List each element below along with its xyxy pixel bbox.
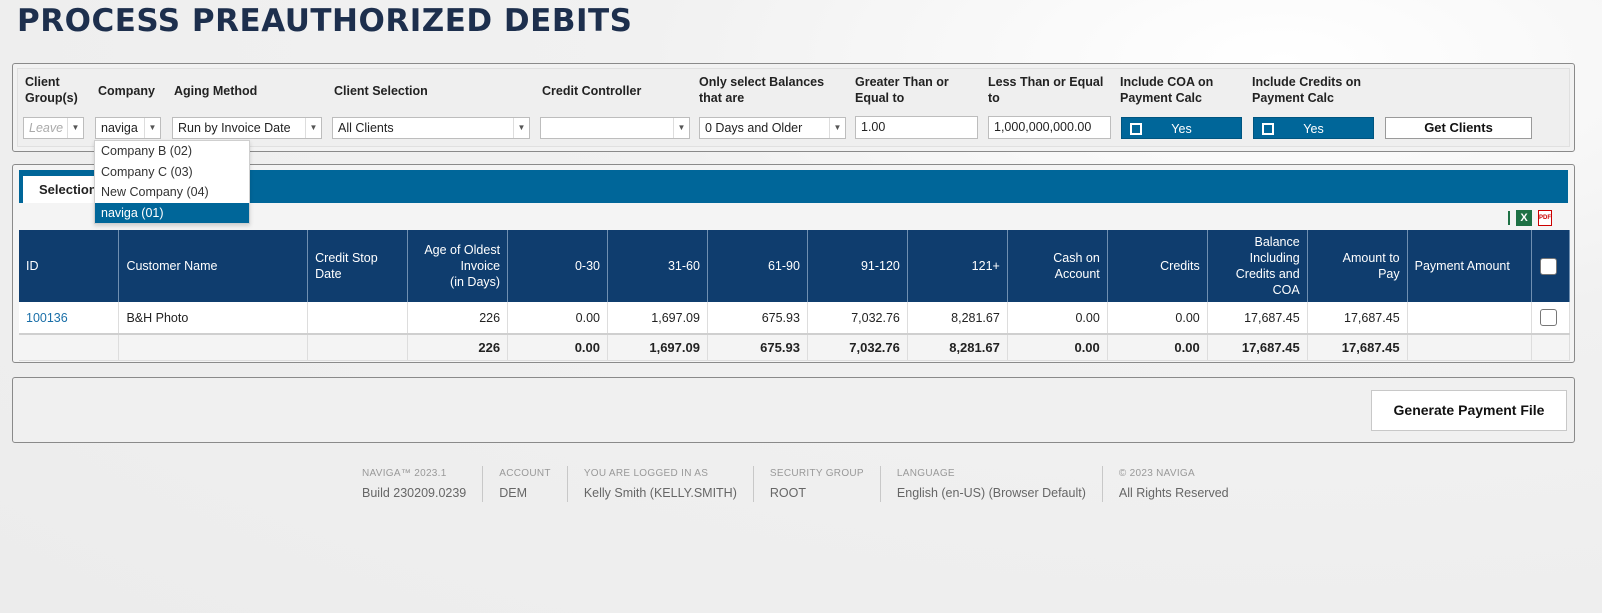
- company-select[interactable]: naviga ▼: [95, 117, 161, 139]
- cell-61-90: 675.93: [707, 302, 808, 335]
- col-credit-stop-date[interactable]: Credit Stop Date: [307, 230, 409, 302]
- col-31-60[interactable]: 31-60: [607, 230, 708, 302]
- total-31-60: 1,697.09: [607, 334, 708, 361]
- total-0-30: 0.00: [507, 334, 609, 361]
- company-option-selected[interactable]: naviga (01): [95, 202, 249, 223]
- col-0-30[interactable]: 0-30: [507, 230, 609, 302]
- separator-icon: [1508, 211, 1510, 225]
- credit-controller-label: Credit Controller: [542, 84, 642, 98]
- cell-0-30: 0.00: [507, 302, 609, 335]
- row-select-checkbox[interactable]: [1531, 302, 1570, 335]
- col-cash-on-account[interactable]: Cash on Account: [1007, 230, 1108, 302]
- col-amount-to-pay[interactable]: Amount to Pay: [1307, 230, 1408, 302]
- company-option[interactable]: Company C (03): [95, 162, 249, 183]
- col-id[interactable]: ID: [19, 230, 120, 302]
- col-payment-amount[interactable]: Payment Amount: [1407, 230, 1533, 302]
- include-coa-label: Include COA on Payment Calc: [1120, 75, 1214, 105]
- excel-icon[interactable]: X: [1516, 210, 1532, 226]
- less-than-label: Less Than or Equal to: [988, 75, 1104, 105]
- footer-user: YOU ARE LOGGED IN AS Kelly Smith (KELLY.…: [566, 466, 753, 502]
- greater-than-label: Greater Than or Equal to: [855, 75, 949, 105]
- cell-121-plus: 8,281.67: [907, 302, 1008, 335]
- credit-controller-select[interactable]: ▼: [540, 117, 690, 139]
- checkbox-icon: [1130, 123, 1142, 135]
- tab-strip: Selection: [19, 170, 1568, 203]
- results-table: ID Customer Name Credit Stop Date Age of…: [19, 230, 1570, 361]
- col-credits[interactable]: Credits: [1107, 230, 1208, 302]
- col-91-120[interactable]: 91-120: [807, 230, 908, 302]
- table-row: 100136 B&H Photo 226 0.00 1,697.09 675.9…: [19, 302, 1570, 335]
- client-selection-select[interactable]: All Clients ▼: [332, 117, 530, 139]
- col-121-plus[interactable]: 121+: [907, 230, 1008, 302]
- footer-copyright: © 2023 NAVIGA All Rights Reserved: [1101, 466, 1245, 502]
- chevron-down-icon: ▼: [513, 118, 529, 138]
- col-customer-name[interactable]: Customer Name: [118, 230, 309, 302]
- greater-than-input[interactable]: 1.00: [855, 116, 978, 139]
- col-balance[interactable]: Balance Including Credits and COA: [1207, 230, 1308, 302]
- chevron-down-icon: ▼: [67, 118, 83, 138]
- total-credits: 0.00: [1107, 334, 1208, 361]
- footer-product: NAVIGA™ 2023.1 Build 230209.0239: [362, 468, 467, 500]
- footer-security-group: SECURITY GROUP ROOT: [752, 466, 880, 502]
- totals-row: 226 0.00 1,697.09 675.93 7,032.76 8,281.…: [19, 334, 1570, 361]
- client-selection-label: Client Selection: [334, 84, 428, 98]
- cell-credits: 0.00: [1107, 302, 1208, 335]
- cell-91-120: 7,032.76: [807, 302, 908, 335]
- cell-id[interactable]: 100136: [19, 302, 120, 335]
- aging-method-label: Aging Method: [174, 84, 258, 98]
- checkbox-icon: [1540, 257, 1558, 275]
- cell-age: 226: [407, 302, 509, 335]
- total-121-plus: 8,281.67: [907, 334, 1008, 361]
- pdf-icon[interactable]: PDF: [1538, 210, 1552, 226]
- include-credits-toggle[interactable]: Yes: [1253, 117, 1374, 139]
- table-header-row: ID Customer Name Credit Stop Date Age of…: [19, 230, 1570, 302]
- balances-select[interactable]: 0 Days and Older ▼: [699, 117, 846, 139]
- customer-id-link[interactable]: 100136: [26, 311, 68, 325]
- action-panel: Generate Payment File: [12, 377, 1575, 443]
- total-age: 226: [407, 334, 509, 361]
- include-coa-toggle[interactable]: Yes: [1121, 117, 1242, 139]
- cell-31-60: 1,697.09: [607, 302, 708, 335]
- less-than-input[interactable]: 1,000,000,000.00: [988, 116, 1111, 139]
- footer-account: ACCOUNT DEM: [482, 466, 567, 502]
- aging-method-select[interactable]: Run by Invoice Date ▼: [172, 117, 322, 139]
- chevron-down-icon: ▼: [829, 118, 845, 138]
- cell-cash-on-account: 0.00: [1007, 302, 1108, 335]
- cell-credit-stop-date: [307, 302, 409, 335]
- page-title: PROCESS PREAUTHORIZED DEBITS: [17, 3, 633, 39]
- cell-payment-amount[interactable]: [1407, 302, 1533, 335]
- select-all-checkbox[interactable]: [1531, 230, 1570, 302]
- chevron-down-icon: ▼: [305, 118, 321, 138]
- footer-language: LANGUAGE English (en-US) (Browser Defaul…: [879, 466, 1102, 502]
- total-61-90: 675.93: [707, 334, 808, 361]
- checkbox-icon: [1540, 309, 1558, 326]
- company-label: Company: [98, 84, 155, 98]
- client-groups-select[interactable]: Leave ... ▼: [23, 117, 84, 139]
- cell-amount-to-pay: 17,687.45: [1307, 302, 1408, 335]
- checkbox-icon: [1262, 123, 1274, 135]
- company-dropdown-list: Company B (02) Company C (03) New Compan…: [94, 140, 250, 224]
- client-groups-label: Client Group(s): [25, 75, 78, 105]
- col-age[interactable]: Age of Oldest Invoice (in Days): [407, 230, 509, 302]
- get-clients-button[interactable]: Get Clients: [1385, 117, 1532, 139]
- company-option[interactable]: New Company (04): [95, 182, 249, 203]
- chevron-down-icon: ▼: [673, 118, 689, 138]
- filter-panel: Client Group(s) Leave ... ▼ Company navi…: [12, 63, 1575, 152]
- company-option[interactable]: Company B (02): [95, 141, 249, 162]
- generate-payment-file-button[interactable]: Generate Payment File: [1371, 390, 1567, 431]
- footer: NAVIGA™ 2023.1 Build 230209.0239 ACCOUNT…: [362, 466, 1245, 502]
- total-91-120: 7,032.76: [807, 334, 908, 361]
- include-credits-label: Include Credits on Payment Calc: [1252, 75, 1362, 105]
- cell-customer-name: B&H Photo: [118, 302, 309, 335]
- export-icons: X PDF: [1508, 209, 1552, 227]
- total-cash-on-account: 0.00: [1007, 334, 1108, 361]
- total-balance: 17,687.45: [1207, 334, 1308, 361]
- cell-balance: 17,687.45: [1207, 302, 1308, 335]
- col-61-90[interactable]: 61-90: [707, 230, 808, 302]
- balances-label: Only select Balances that are: [699, 75, 825, 105]
- chevron-down-icon: ▼: [144, 118, 160, 138]
- total-amount-to-pay: 17,687.45: [1307, 334, 1408, 361]
